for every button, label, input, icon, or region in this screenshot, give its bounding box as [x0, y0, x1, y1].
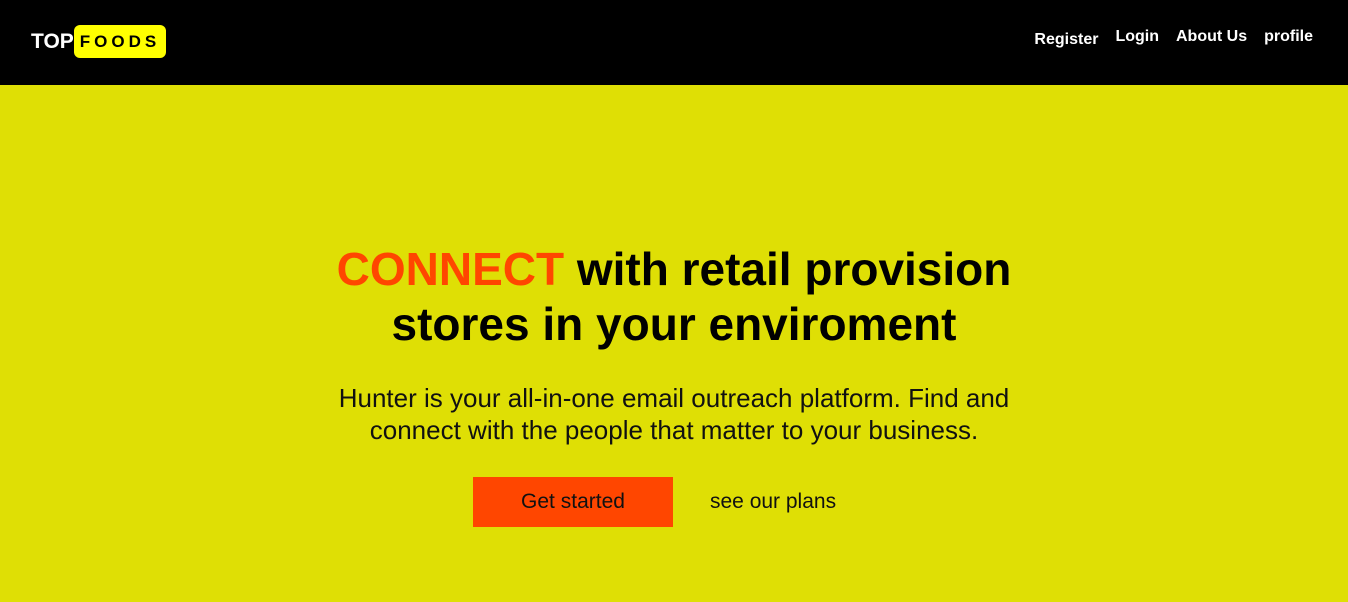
subtext-line2: connect with the people that matter to y…	[369, 415, 979, 445]
get-started-button[interactable]: Get started	[473, 477, 673, 527]
logo-text-foods: FOODS	[73, 25, 167, 58]
headline-accent: CONNECT	[336, 243, 565, 295]
hero-subtext: Hunter is your all-in-one email outreach…	[0, 382, 1348, 446]
nav-about-link[interactable]: About Us	[1176, 28, 1247, 46]
hero-section: CONNECT with retail provision stores in …	[0, 85, 1348, 602]
nav-profile-link[interactable]: profile	[1264, 28, 1313, 46]
headline-line1-rest: with retail provision	[564, 243, 1012, 295]
logo-text-top: TOP	[31, 29, 74, 53]
nav-register-link[interactable]: Register	[1034, 31, 1098, 49]
headline-line2: stores in your enviroment	[391, 298, 957, 350]
see-plans-link[interactable]: see our plans	[698, 477, 848, 527]
hero-headline: CONNECT with retail provision stores in …	[0, 242, 1348, 352]
subtext-line1: Hunter is your all-in-one email outreach…	[338, 383, 1010, 413]
brand-logo[interactable]: TOP FOODS	[31, 25, 167, 58]
nav-login-link[interactable]: Login	[1115, 28, 1159, 46]
nav-links: Register Login About Us profile	[1034, 28, 1313, 49]
navbar: TOP FOODS Register Login About Us profil…	[0, 0, 1348, 85]
